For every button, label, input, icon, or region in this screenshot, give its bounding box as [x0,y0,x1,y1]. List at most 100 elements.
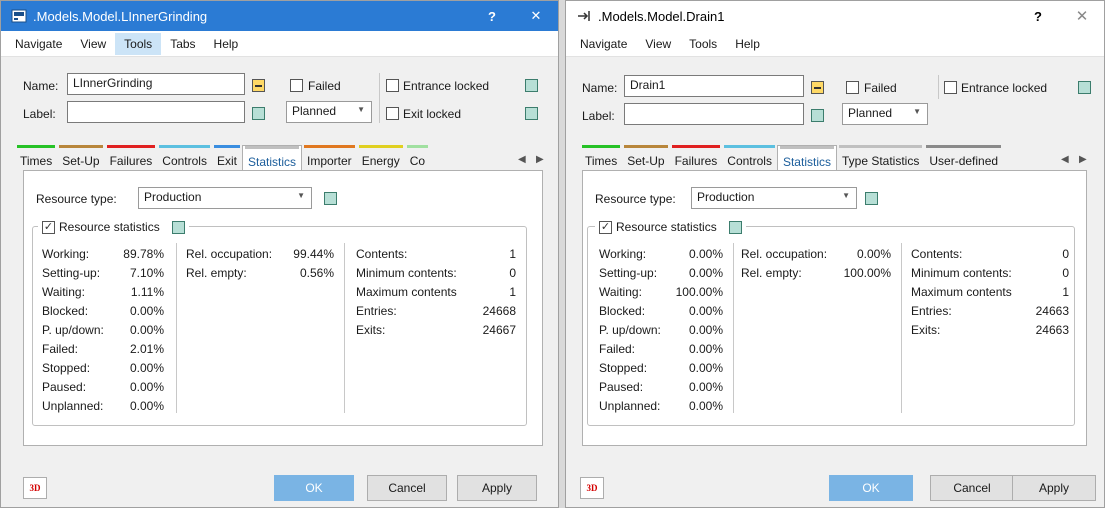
inherit-button[interactable] [811,81,824,94]
tab-failures[interactable]: Failures [105,145,158,171]
stat-row: Rel. empty: 0.56% [186,266,334,280]
menu-tabs[interactable]: Tabs [161,33,204,55]
resource-statistics-checkbox[interactable]: ✓ [599,220,612,234]
tab-label: Type Statistics [841,154,920,168]
resource-type-select[interactable]: Production ▼ [138,187,312,209]
tab-label: Controls [727,154,772,168]
ok-button[interactable]: OK [274,475,354,501]
resource-statistics-title: Resource statistics [616,220,717,234]
cancel-button[interactable]: Cancel [367,475,447,501]
chevron-down-icon: ▼ [842,191,850,200]
tab-set-up[interactable]: Set-Up [622,145,669,171]
tab-label: Failures [109,154,153,168]
tab-times[interactable]: Times [580,145,622,171]
tab-scroll-right-icon[interactable]: ▶ [1079,154,1087,165]
tab-label: Co [409,154,426,168]
menu-view[interactable]: View [71,33,115,55]
tab-times[interactable]: Times [15,145,57,171]
cancel-button[interactable]: Cancel [930,475,1014,501]
tab-user-defined[interactable]: User-defined [924,145,1003,171]
tab-statistics[interactable]: Statistics [241,145,302,171]
stats-column-states: Working: 89.78% Setting-up: 7.10% Waiting:… [42,247,164,418]
resource-type-select[interactable]: Production ▼ [691,187,857,209]
menu-tools[interactable]: Tools [680,33,726,55]
planned-value: Planned [292,104,337,118]
exit-locked-checkbox[interactable] [386,107,399,120]
resource-type-inherit-toggle[interactable] [865,192,878,205]
dialog-drain1: .Models.Model.Drain1 ? ✕ Navigate View T… [565,0,1105,508]
entrance-inherit-toggle[interactable] [1078,81,1091,94]
tab-controls[interactable]: Controls [722,145,777,171]
stat-row: P. up/down: 0.00% [599,323,723,337]
stat-row: Working: 89.78% [42,247,164,261]
tab-energy[interactable]: Energy [357,145,405,171]
failed-label: Failed [308,79,341,93]
resource-statistics-header: ✓ Resource statistics [38,220,189,234]
close-button[interactable]: ✕ [514,8,558,24]
tab-set-up[interactable]: Set-Up [57,145,104,171]
tab-exit[interactable]: Exit [212,145,242,171]
stat-row: Exits: 24663 [911,323,1069,337]
stat-row: Failed: 2.01% [42,342,164,356]
stat-row: Paused: 0.00% [42,380,164,394]
stat-row: Rel. occupation: 99.44% [186,247,334,261]
resource-type-inherit-toggle[interactable] [324,192,337,205]
tab-scroll-left-icon[interactable]: ◀ [518,154,526,165]
window-title: .Models.Model.Drain1 [598,8,725,24]
tab-scroll-left-icon[interactable]: ◀ [1061,154,1069,165]
stat-row: Maximum contents 1 [356,285,516,299]
stat-row: Blocked: 0.00% [599,304,723,318]
menu-navigate[interactable]: Navigate [571,33,636,55]
menu-tools[interactable]: Tools [115,32,162,55]
resource-type-label: Resource type: [36,192,117,206]
label-input[interactable] [624,103,804,125]
tab-importer[interactable]: Importer [302,145,357,171]
stat-row: Waiting: 100.00% [599,285,723,299]
name-input[interactable]: Drain1 [624,75,804,97]
resource-statistics-inherit-toggle[interactable] [171,220,185,234]
tab-co[interactable]: Co [405,145,430,171]
help-button[interactable]: ? [1016,9,1060,24]
stat-row: Rel. empty: 100.00% [741,266,891,280]
resource-statistics-inherit-toggle[interactable] [728,220,742,234]
tab-label: Set-Up [627,154,665,168]
resource-statistics-checkbox[interactable]: ✓ [42,220,55,234]
label-input[interactable] [67,101,245,123]
menu-help[interactable]: Help [205,33,248,55]
tab-controls[interactable]: Controls [157,145,212,171]
close-button[interactable]: ✕ [1060,7,1104,25]
entrance-locked-checkbox[interactable] [944,81,957,94]
inherit-button[interactable] [252,79,265,92]
label-inherit-toggle[interactable] [252,107,265,120]
tab-scroll-right-icon[interactable]: ▶ [536,154,544,165]
tab-failures[interactable]: Failures [670,145,723,171]
planned-select[interactable]: Planned ▼ [842,103,928,125]
exit-inherit-toggle[interactable] [525,107,538,120]
help-button[interactable]: ? [470,9,514,24]
statistics-panel: Resource type: Production ▼ ✓ Resource s… [582,170,1087,446]
resource-type-value: Production [144,190,202,204]
failed-checkbox[interactable] [846,81,859,94]
menu-view[interactable]: View [636,33,680,55]
planned-select[interactable]: Planned ▼ [286,101,372,123]
tab-statistics[interactable]: Statistics [776,145,837,171]
stat-row: Failed: 0.00% [599,342,723,356]
name-input[interactable]: LInnerGrinding [67,73,245,95]
stat-row: Working: 0.00% [599,247,723,261]
3d-button[interactable]: 3D [23,477,47,499]
title-bar[interactable]: .Models.Model.LInnerGrinding ? ✕ [1,1,558,31]
apply-button[interactable]: Apply [457,475,537,501]
tab-type-statistics[interactable]: Type Statistics [837,145,924,171]
title-bar[interactable]: .Models.Model.Drain1 ? ✕ [566,1,1104,31]
stat-row: Rel. occupation: 0.00% [741,247,891,261]
entrance-locked-checkbox[interactable] [386,79,399,92]
apply-button[interactable]: Apply [1012,475,1096,501]
ok-button[interactable]: OK [829,475,913,501]
menu-navigate[interactable]: Navigate [6,33,71,55]
label-inherit-toggle[interactable] [811,109,824,122]
tab-strip: Times Set-Up Failures Controls Statistic… [580,145,1003,171]
entrance-inherit-toggle[interactable] [525,79,538,92]
3d-button[interactable]: 3D [580,477,604,499]
failed-checkbox[interactable] [290,79,303,92]
menu-help[interactable]: Help [726,33,769,55]
